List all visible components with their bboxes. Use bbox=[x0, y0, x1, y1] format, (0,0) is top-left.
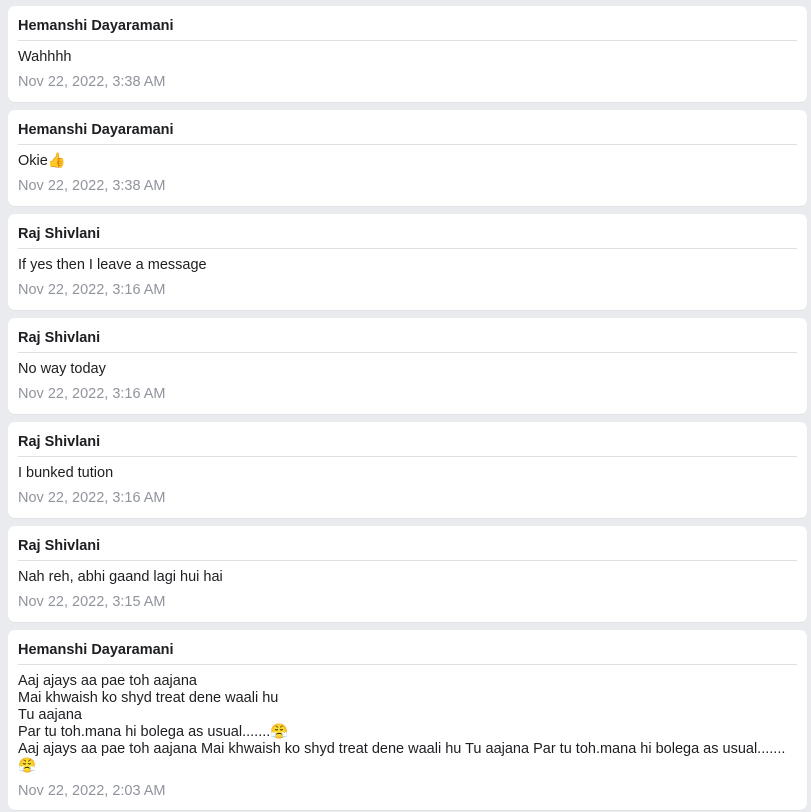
message-timestamp: Nov 22, 2022, 3:38 AM bbox=[18, 74, 166, 90]
message-timestamp: Nov 22, 2022, 3:16 AM bbox=[18, 282, 166, 298]
message-sender: Raj Shivlani bbox=[18, 318, 797, 353]
message-sender: Raj Shivlani bbox=[18, 422, 797, 457]
message-timestamp: Nov 22, 2022, 3:15 AM bbox=[18, 594, 166, 610]
message-text: Aaj ajays aa pae toh aajana Mai khwaish … bbox=[18, 673, 786, 774]
message-text: If yes then I leave a message bbox=[18, 257, 207, 273]
message-card: Raj Shivlani If yes then I leave a messa… bbox=[8, 214, 807, 310]
message-card: Hemanshi Dayaramani Aaj ajays aa pae toh… bbox=[8, 630, 807, 810]
message-text: Wahhhh bbox=[18, 49, 72, 65]
message-card: Hemanshi Dayaramani Wahhhh Nov 22, 2022,… bbox=[8, 6, 807, 102]
message-timestamp: Nov 22, 2022, 3:16 AM bbox=[18, 386, 166, 402]
message-card: Raj Shivlani Nah reh, abhi gaand lagi hu… bbox=[8, 526, 807, 622]
message-text: No way today bbox=[18, 361, 106, 377]
message-sender: Hemanshi Dayaramani bbox=[18, 110, 797, 145]
message-sender: Raj Shivlani bbox=[18, 526, 797, 561]
message-timestamp: Nov 22, 2022, 3:38 AM bbox=[18, 178, 166, 194]
message-text: Nah reh, abhi gaand lagi hui hai bbox=[18, 569, 223, 585]
message-sender: Hemanshi Dayaramani bbox=[18, 630, 797, 665]
message-sender: Raj Shivlani bbox=[18, 214, 797, 249]
message-timestamp: Nov 22, 2022, 2:03 AM bbox=[18, 783, 166, 799]
message-card: Hemanshi Dayaramani Okie👍 Nov 22, 2022, … bbox=[8, 110, 807, 206]
message-text: I bunked tution bbox=[18, 465, 114, 481]
message-card: Raj Shivlani No way today Nov 22, 2022, … bbox=[8, 318, 807, 414]
message-card: Raj Shivlani I bunked tution Nov 22, 202… bbox=[8, 422, 807, 518]
message-timestamp: Nov 22, 2022, 3:16 AM bbox=[18, 490, 166, 506]
message-sender: Hemanshi Dayaramani bbox=[18, 6, 797, 41]
message-text: Okie👍 bbox=[18, 153, 66, 169]
